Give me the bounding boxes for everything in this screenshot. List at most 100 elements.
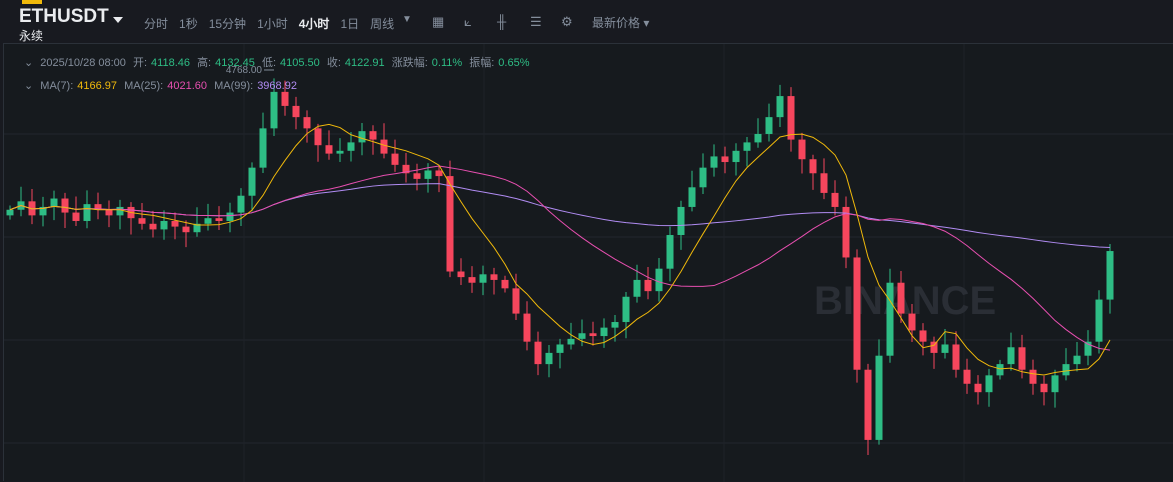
candle-body <box>1073 355 1081 365</box>
candle-body <box>435 170 443 177</box>
candle-body <box>545 352 553 365</box>
candle-body <box>424 170 432 179</box>
indicator-icon[interactable]: ⟀ <box>464 14 472 30</box>
candle-body <box>699 167 707 188</box>
candle-body <box>149 223 157 230</box>
candle-body <box>292 105 300 118</box>
change-label: 涨跌幅: <box>391 57 428 69</box>
candle-body <box>336 150 344 154</box>
toolbar: ETHUSDT 永续 分时 1秒 15分钟 1小时 4小时 1日 周线 ▼ ▦ … <box>0 0 1173 43</box>
candle-body <box>83 204 91 221</box>
low-label: 低: <box>261 57 277 69</box>
candle-body <box>303 117 311 129</box>
candle-body <box>1007 347 1015 365</box>
change-value: 0.11% <box>431 57 463 69</box>
candle-body <box>1029 369 1037 384</box>
candle-body <box>875 355 883 440</box>
candle-body <box>6 209 14 216</box>
candle-body <box>50 198 58 207</box>
high-label: 高: <box>197 57 212 69</box>
candle-body <box>325 145 333 154</box>
more-intervals-icon[interactable]: ▼ <box>402 14 412 25</box>
candle-body <box>974 383 982 393</box>
candle-body <box>831 192 839 207</box>
tab-interval[interactable]: 1小时 <box>257 15 288 32</box>
ohlc-time: 2025/10/28 08:00 <box>40 57 126 69</box>
ohlc-info: ⌄ 2025/10/28 08:00 开: 4118.46 高: 4132.45 低… <box>24 54 534 70</box>
candle-body <box>369 131 377 140</box>
candle-body <box>72 212 80 221</box>
candle-body <box>105 209 113 216</box>
candle-body <box>314 128 322 146</box>
symbol-selector[interactable]: ETHUSDT <box>19 6 109 28</box>
candle-body <box>1106 251 1114 300</box>
candle-body <box>908 313 916 331</box>
candle-body <box>259 128 267 168</box>
candle-body <box>633 279 641 297</box>
high-value: 4132.45 <box>215 57 255 69</box>
close-label: 收: <box>326 57 341 69</box>
candle-body <box>116 206 124 216</box>
amplitude-value: 0.65% <box>498 57 530 69</box>
candle-body <box>479 274 487 283</box>
chart-canvas: BINANCE4768.00 <box>4 44 1173 482</box>
candle-body <box>996 364 1004 376</box>
candle-body <box>578 333 586 339</box>
candle-body <box>853 257 861 370</box>
ma99-value: 3968.92 <box>257 80 297 92</box>
interval-tabs: 分时 1秒 15分钟 1小时 4小时 1日 周线 <box>144 15 405 32</box>
candle-body <box>215 218 223 221</box>
candle-body <box>710 156 718 168</box>
tab-interval[interactable]: 周线 <box>370 15 394 32</box>
candle-body <box>985 375 993 393</box>
collapse-icon[interactable]: ⌄ <box>24 80 33 92</box>
candle-body <box>644 279 652 292</box>
candle-body <box>391 153 399 165</box>
tab-interval-active[interactable]: 4小时 <box>299 15 330 32</box>
candle-body <box>919 330 927 342</box>
gear-icon[interactable]: ⚙ <box>561 14 573 30</box>
candle-type-icon[interactable]: ╫ <box>497 14 506 29</box>
ma-info: ⌄ MA(7): 4166.97 MA(25): 4021.60 MA(99): 39… <box>24 79 301 92</box>
tab-interval[interactable]: 1秒 <box>179 15 198 32</box>
candle-body <box>787 96 795 140</box>
candle-body <box>534 341 542 365</box>
open-label: 开: <box>132 57 148 69</box>
tab-interval[interactable]: 1日 <box>340 15 359 32</box>
close-value: 4122.91 <box>344 57 385 69</box>
candle-body <box>622 296 630 323</box>
candle-body <box>567 338 575 345</box>
calendar-icon[interactable]: ▦ <box>432 14 444 30</box>
low-value: 4105.50 <box>280 57 320 69</box>
candle-body <box>523 313 531 342</box>
candle-body <box>941 344 949 353</box>
candle-body <box>413 173 421 179</box>
candle-body <box>1018 347 1026 370</box>
tab-interval[interactable]: 分时 <box>144 15 168 32</box>
candle-body <box>776 96 784 118</box>
ma7-value: 4166.97 <box>77 80 118 92</box>
watermark: BINANCE <box>814 279 996 323</box>
candle-body <box>666 235 674 269</box>
candle-body <box>611 322 619 328</box>
candle-body <box>688 187 696 207</box>
layout-icon[interactable]: ☰ <box>530 14 542 30</box>
candle-body <box>61 198 69 213</box>
candle-body <box>380 139 388 154</box>
open-value: 4118.46 <box>151 57 190 69</box>
collapse-icon[interactable]: ⌄ <box>24 57 33 69</box>
candle-body <box>897 282 905 314</box>
chevron-down-icon[interactable] <box>113 17 123 23</box>
price-type-selector[interactable]: 最新价格 ▾ <box>592 14 649 31</box>
tab-interval[interactable]: 15分钟 <box>209 15 246 32</box>
candle-body <box>160 220 168 230</box>
ma99-label: MA(99): <box>214 80 254 92</box>
candlestick-chart[interactable]: BINANCE 4768.00 ⌄ 2025/10/28 08:00 开: 4118… <box>3 43 1173 482</box>
candle-body <box>512 288 520 314</box>
ma7-label: MA(7): <box>40 80 74 92</box>
candle-body <box>1062 364 1070 376</box>
candle-body <box>457 271 465 278</box>
candle-body <box>556 344 564 353</box>
candle-body <box>358 131 366 143</box>
candle-body <box>270 91 278 129</box>
